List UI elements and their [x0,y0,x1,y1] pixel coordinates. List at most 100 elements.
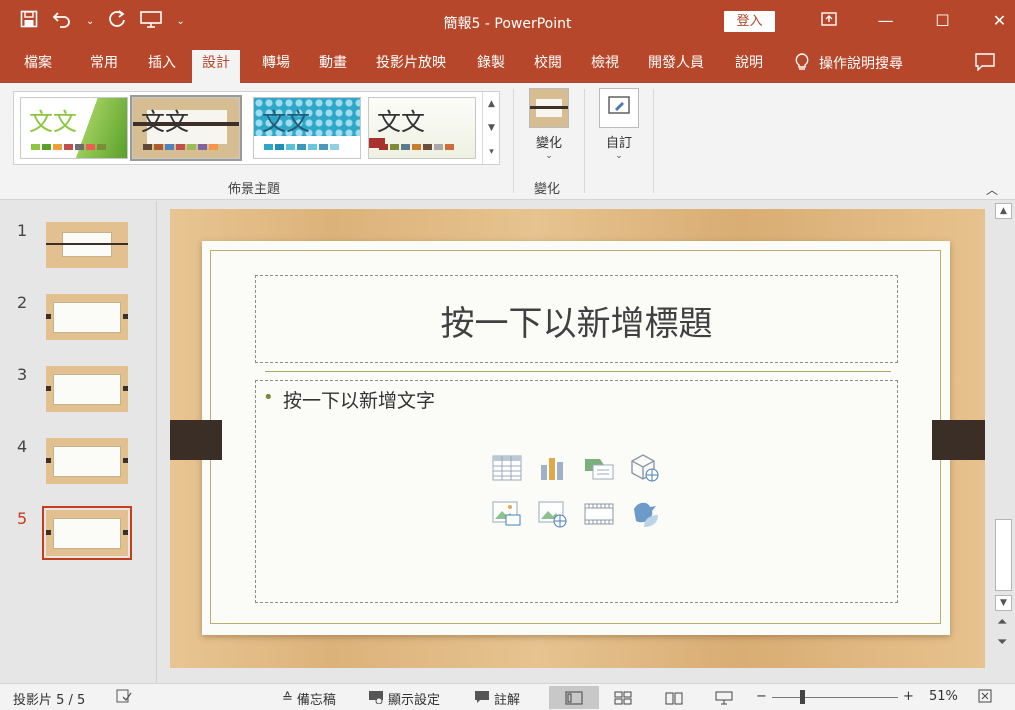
signin-button[interactable]: 登入 [724,11,775,32]
tab-review[interactable]: 校閱 [534,53,562,83]
tab-home[interactable]: 常用 [90,53,118,83]
tab-view[interactable]: 檢視 [591,53,619,83]
tab-help[interactable]: 說明 [735,53,763,83]
gallery-more-icon[interactable]: ▾ [483,140,500,164]
zoom-slider-track[interactable] [772,697,898,698]
comments-icon[interactable] [975,53,995,75]
slide-thumbnail-row[interactable]: 5 [0,506,157,569]
slide-number: 5 [17,509,28,528]
insert-video-icon[interactable] [584,499,614,529]
slide-thumbnail[interactable] [46,366,128,412]
variants-button-label: 變化 [535,136,562,151]
slide-thumbnail[interactable] [46,294,128,340]
tab-transitions[interactable]: 轉場 [262,53,290,83]
gallery-scroll-down-icon[interactable]: ▼ [483,116,500,140]
accessibility-check-icon[interactable] [116,689,132,703]
ribbon-display-options-icon[interactable] [800,10,857,32]
content-placeholder[interactable]: • 按一下以新增文字 [255,380,898,603]
present-from-start-icon[interactable] [140,10,163,34]
display-settings-label: 顯示設定 [388,693,441,708]
tab-record[interactable]: 錄製 [477,53,505,83]
thumbnail-clip [123,314,128,319]
slide-right-clip [932,420,985,460]
insert-picture-icon[interactable] [492,499,522,529]
tab-animations[interactable]: 動畫 [319,53,347,83]
slide-thumbnail-selected[interactable] [42,506,132,560]
slide-thumbnail-row[interactable]: 3 [0,365,157,425]
tab-slideshow[interactable]: 投影片放映 [376,53,446,83]
lightbulb-icon [795,53,809,75]
reading-view-button[interactable] [649,686,699,709]
slide-number: 2 [17,293,28,312]
next-slide-icon[interactable]: ⏷ [997,635,1007,650]
undo-dropdown-icon[interactable]: ⌄ [86,11,94,33]
thumbnail-clip [123,458,128,463]
slide-counter: 投影片 5 / 5 [13,693,86,708]
tab-insert[interactable]: 插入 [148,53,176,83]
thumbnail-card [53,518,121,549]
maximize-icon[interactable]: ☐ [914,10,971,32]
theme-thumbnail-green-facet[interactable]: 文文 [20,97,128,159]
display-settings-button[interactable]: 顯示設定 [368,689,440,708]
slide-number: 3 [17,365,28,384]
thumbnail-clip [46,458,51,463]
theme-swatches [264,144,339,150]
customize-button[interactable]: 自訂 ⌄ [597,88,641,161]
slide-thumbnail[interactable] [46,222,128,268]
themes-gallery-scroll: ▲ ▼ ▾ [482,92,500,164]
themes-gallery: 文文 文文 文文 文文 ▲ ▼ ▾ [13,91,500,165]
title-underline [265,371,891,372]
insert-table-icon[interactable] [492,453,522,483]
title-placeholder-text: 按一下以新增標題 [440,304,713,344]
slide-number: 1 [17,221,28,240]
comments-button[interactable]: 註解 [474,689,520,708]
scroll-down-icon[interactable]: ▼ [995,595,1012,611]
undo-icon[interactable] [52,10,72,34]
scroll-up-icon[interactable]: ▲ [995,203,1012,219]
zoom-in-button[interactable]: + [903,689,914,704]
insert-online-picture-icon[interactable] [538,499,568,529]
theme-thumbnail-retrospect[interactable]: 文文 [368,97,476,159]
window-controls: — ☐ ✕ [800,10,1015,32]
slide-thumbnail-row[interactable]: 2 [0,293,157,353]
insert-icons-icon[interactable] [630,499,660,529]
normal-view-button[interactable] [549,686,599,709]
content-placeholder-text: 按一下以新增文字 [283,390,436,412]
slide-thumbnail-row[interactable]: 4 [0,437,157,497]
save-icon[interactable] [20,10,38,34]
slide-thumbnail-row[interactable]: 1 [0,221,157,281]
insert-smartart-icon[interactable] [584,453,614,483]
close-icon[interactable]: ✕ [971,10,1015,32]
theme-thumbnail-wood-type[interactable]: 文文 [130,95,242,161]
zoom-slider-handle[interactable] [800,690,805,704]
current-slide[interactable]: 按一下以新增標題 • 按一下以新增文字 [170,209,985,668]
title-bar: ⌄ ⌄ 簡報5 - PowerPoint 登入 — ☐ ✕ [0,0,1015,45]
help-search[interactable]: 操作說明搜尋 [795,53,903,75]
slideshow-view-button[interactable] [699,686,749,709]
variants-button[interactable]: 變化 ⌄ [527,88,571,161]
minimize-icon[interactable]: — [857,10,914,32]
insert-3d-model-icon[interactable] [630,453,660,483]
tab-developer[interactable]: 開發人員 [648,53,704,83]
zoom-level[interactable]: 51% [929,689,958,704]
tab-file[interactable]: 檔案 [24,53,52,83]
comments-label: 註解 [494,693,521,708]
scrollbar-thumb[interactable] [995,519,1012,591]
slide-sorter-view-button[interactable] [598,686,648,709]
slide-thumbnail[interactable] [46,438,128,484]
slide-vertical-scrollbar[interactable]: ▲ ▼ ⏶ ⏷ [993,201,1015,682]
customize-qat-chevron-down-icon[interactable]: ⌄ [176,11,184,33]
redo-icon[interactable] [108,10,126,34]
notes-button[interactable]: ≙ 備忘稿 [282,689,336,708]
title-placeholder[interactable]: 按一下以新增標題 [255,275,898,363]
previous-slide-icon[interactable]: ⏶ [997,615,1007,630]
theme-thumbnail-blue-pattern[interactable]: 文文 [253,97,361,159]
zoom-out-button[interactable]: − [756,689,767,704]
insert-chart-icon[interactable] [538,453,568,483]
fit-slide-to-window-icon[interactable] [978,689,992,703]
help-search-label: 操作說明搜尋 [819,56,903,72]
gallery-scroll-up-icon[interactable]: ▲ [483,92,500,116]
collapse-ribbon-icon[interactable]: ︿ [986,181,998,198]
tab-design[interactable]: 設計 [192,50,240,83]
slide-left-clip [170,420,222,460]
